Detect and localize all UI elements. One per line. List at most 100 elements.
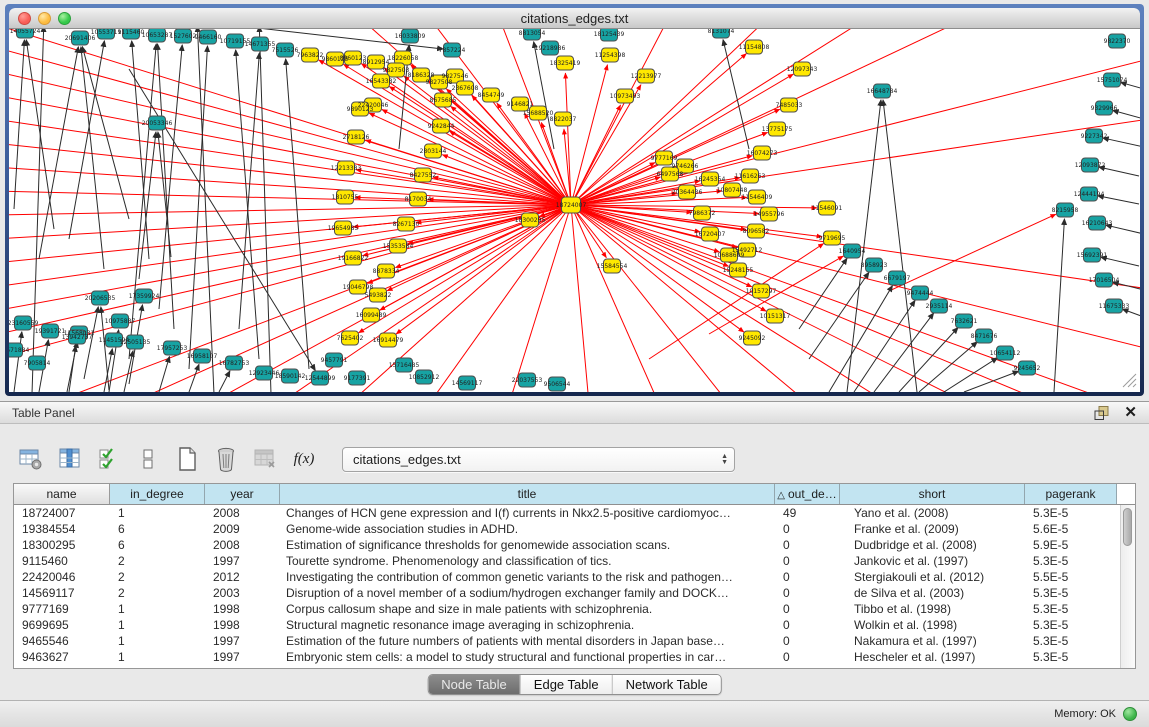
svg-text:10807448: 10807448	[717, 187, 748, 194]
table-options-icon[interactable]	[16, 444, 46, 474]
table-cell: Estimation of the future numbers of pati…	[280, 633, 775, 649]
table-cell: 2009	[205, 521, 280, 537]
network-view[interactable]: 1405572420691406105537119115460106532871…	[9, 29, 1140, 392]
column-header-out_de[interactable]: △out_de…	[775, 484, 840, 504]
svg-text:2935114: 2935114	[926, 303, 953, 310]
svg-text:2803144: 2803144	[420, 148, 447, 155]
svg-text:7625402: 7625402	[337, 335, 364, 342]
column-header-title[interactable]: title	[280, 484, 775, 504]
float-panel-icon[interactable]	[1093, 405, 1110, 421]
svg-text:20053346: 20053346	[142, 120, 173, 127]
svg-text:9822370: 9822370	[1104, 38, 1131, 45]
table-row[interactable]: 1830029562008Estimation of significance …	[14, 537, 1135, 553]
svg-text:9457791: 9457791	[321, 357, 348, 364]
table-cell: 1	[110, 617, 205, 633]
resize-grip-icon[interactable]	[1123, 374, 1136, 387]
table-cell: Genome-wide association studies in ADHD.	[280, 521, 775, 537]
svg-text:16099489: 16099489	[356, 312, 387, 319]
table-row[interactable]: 1456911722003Disruption of a novel membe…	[14, 585, 1135, 601]
table-cell: 9777169	[14, 601, 110, 617]
table-cell: Hescheler et al. (1997)	[840, 649, 1025, 665]
table-cell: 0	[775, 553, 840, 569]
table-cell: 1	[110, 505, 205, 521]
table-toolbar: f(x) citations_edges.txt ▲▼	[16, 443, 735, 475]
tab-edge-table[interactable]: Edge Table	[520, 675, 612, 694]
table-row[interactable]: 1872400712008Changes of HCN gene express…	[14, 505, 1135, 521]
show-columns-icon[interactable]	[55, 444, 85, 474]
close-window-button[interactable]	[18, 12, 31, 25]
function-builder-icon[interactable]: f(x)	[289, 444, 319, 474]
column-header-year[interactable]: year	[205, 484, 280, 504]
table-row[interactable]: 946554611997Estimation of the future num…	[14, 633, 1135, 649]
table-header-row: namein_degreeyeartitle△out_de…shortpager…	[14, 484, 1135, 505]
column-header-in_degree[interactable]: in_degree	[110, 484, 205, 504]
svg-text:14955796: 14955796	[754, 211, 785, 218]
column-header-name[interactable]: name	[14, 484, 110, 504]
svg-text:1527602: 1527602	[170, 33, 197, 40]
table-selector-dropdown[interactable]: citations_edges.txt ▲▼	[342, 447, 735, 472]
svg-text:12444194: 12444194	[1074, 191, 1105, 198]
svg-text:22037553: 22037553	[512, 377, 543, 384]
svg-text:10157297: 10157297	[746, 288, 777, 295]
table-cell: 0	[775, 601, 840, 617]
table-cell: 2003	[205, 585, 280, 601]
svg-text:9466160: 9466160	[195, 34, 222, 41]
svg-text:12923446: 12923446	[249, 370, 280, 377]
svg-text:9177391: 9177391	[344, 375, 371, 382]
table-cell: 14569117	[14, 585, 110, 601]
svg-text:7632621: 7632621	[951, 318, 978, 325]
tab-node-table[interactable]: Node Table	[428, 675, 520, 694]
zoom-window-button[interactable]	[58, 12, 71, 25]
column-header-short[interactable]: short	[840, 484, 1025, 504]
vertical-scrollbar[interactable]	[1120, 505, 1135, 668]
svg-text:8958923: 8958923	[861, 262, 888, 269]
table-row[interactable]: 969969511998Structural magnetic resonanc…	[14, 617, 1135, 633]
table-cell: Changes of HCN gene expression and I(f) …	[280, 505, 775, 521]
network-canvas[interactable]: 1405572420691406105537119115460106532871…	[9, 29, 1140, 392]
table-row[interactable]: 977716911998Corpus callosum shape and si…	[14, 601, 1135, 617]
delete-column-icon[interactable]	[211, 444, 241, 474]
table-row[interactable]: 946362711997Embryonic stem cells: a mode…	[14, 649, 1135, 665]
table-row[interactable]: 911546021997Tourette syndrome. Phenomeno…	[14, 553, 1135, 569]
svg-text:16033809: 16033809	[395, 33, 426, 40]
svg-text:13942737: 13942737	[62, 334, 93, 341]
table-cell: Dudbridge et al. (2008)	[840, 537, 1025, 553]
column-header-pagerank[interactable]: pagerank	[1025, 484, 1117, 504]
table-cell: 5.3E-5	[1025, 649, 1117, 665]
svg-text:16245354: 16245354	[695, 176, 726, 183]
table-row[interactable]: 2242004622012Investigating the contribut…	[14, 569, 1135, 585]
table-cell: 0	[775, 537, 840, 553]
table-cell: 5.9E-5	[1025, 537, 1117, 553]
table-row[interactable]: 1938455462009Genome-wide association stu…	[14, 521, 1135, 537]
minimize-window-button[interactable]	[38, 12, 51, 25]
table-cell: 5.3E-5	[1025, 617, 1117, 633]
svg-text:14055724: 14055724	[10, 29, 41, 35]
hide-rows-icon[interactable]	[133, 444, 163, 474]
scrollbar-thumb[interactable]	[1123, 508, 1132, 546]
table-cell: Structural magnetic resonance image aver…	[280, 617, 775, 633]
table-cell: Embryonic stem cells: a model to study s…	[280, 649, 775, 665]
table-cell: Stergiakouli et al. (2012)	[840, 569, 1025, 585]
new-column-icon[interactable]	[172, 444, 202, 474]
svg-text:9719695: 9719695	[819, 235, 846, 242]
svg-text:9329966: 9329966	[1091, 105, 1118, 112]
table-cell: 0	[775, 569, 840, 585]
close-panel-icon[interactable]: ✕	[1124, 406, 1137, 420]
table-cell: Tibbo et al. (1998)	[840, 601, 1025, 617]
svg-text:15248155: 15248155	[723, 267, 754, 274]
tab-network-table[interactable]: Network Table	[612, 675, 721, 694]
table-cell: 1998	[205, 617, 280, 633]
table-cell: 0	[775, 521, 840, 537]
svg-text:7857224: 7857224	[439, 47, 466, 54]
table-cell: 2	[110, 553, 205, 569]
memory-ok-icon[interactable]	[1123, 707, 1137, 721]
table-cell: 9465546	[14, 633, 110, 649]
network-window-titlebar[interactable]: citations_edges.txt	[9, 8, 1140, 29]
table-cell: 18300295	[14, 537, 110, 553]
table-cell: 49	[775, 505, 840, 521]
select-rows-icon[interactable]	[94, 444, 124, 474]
svg-text:16074273: 16074273	[747, 150, 778, 157]
svg-text:15353584: 15353584	[383, 243, 414, 250]
table-cell: 5.6E-5	[1025, 521, 1117, 537]
svg-text:15584554: 15584554	[597, 263, 628, 270]
